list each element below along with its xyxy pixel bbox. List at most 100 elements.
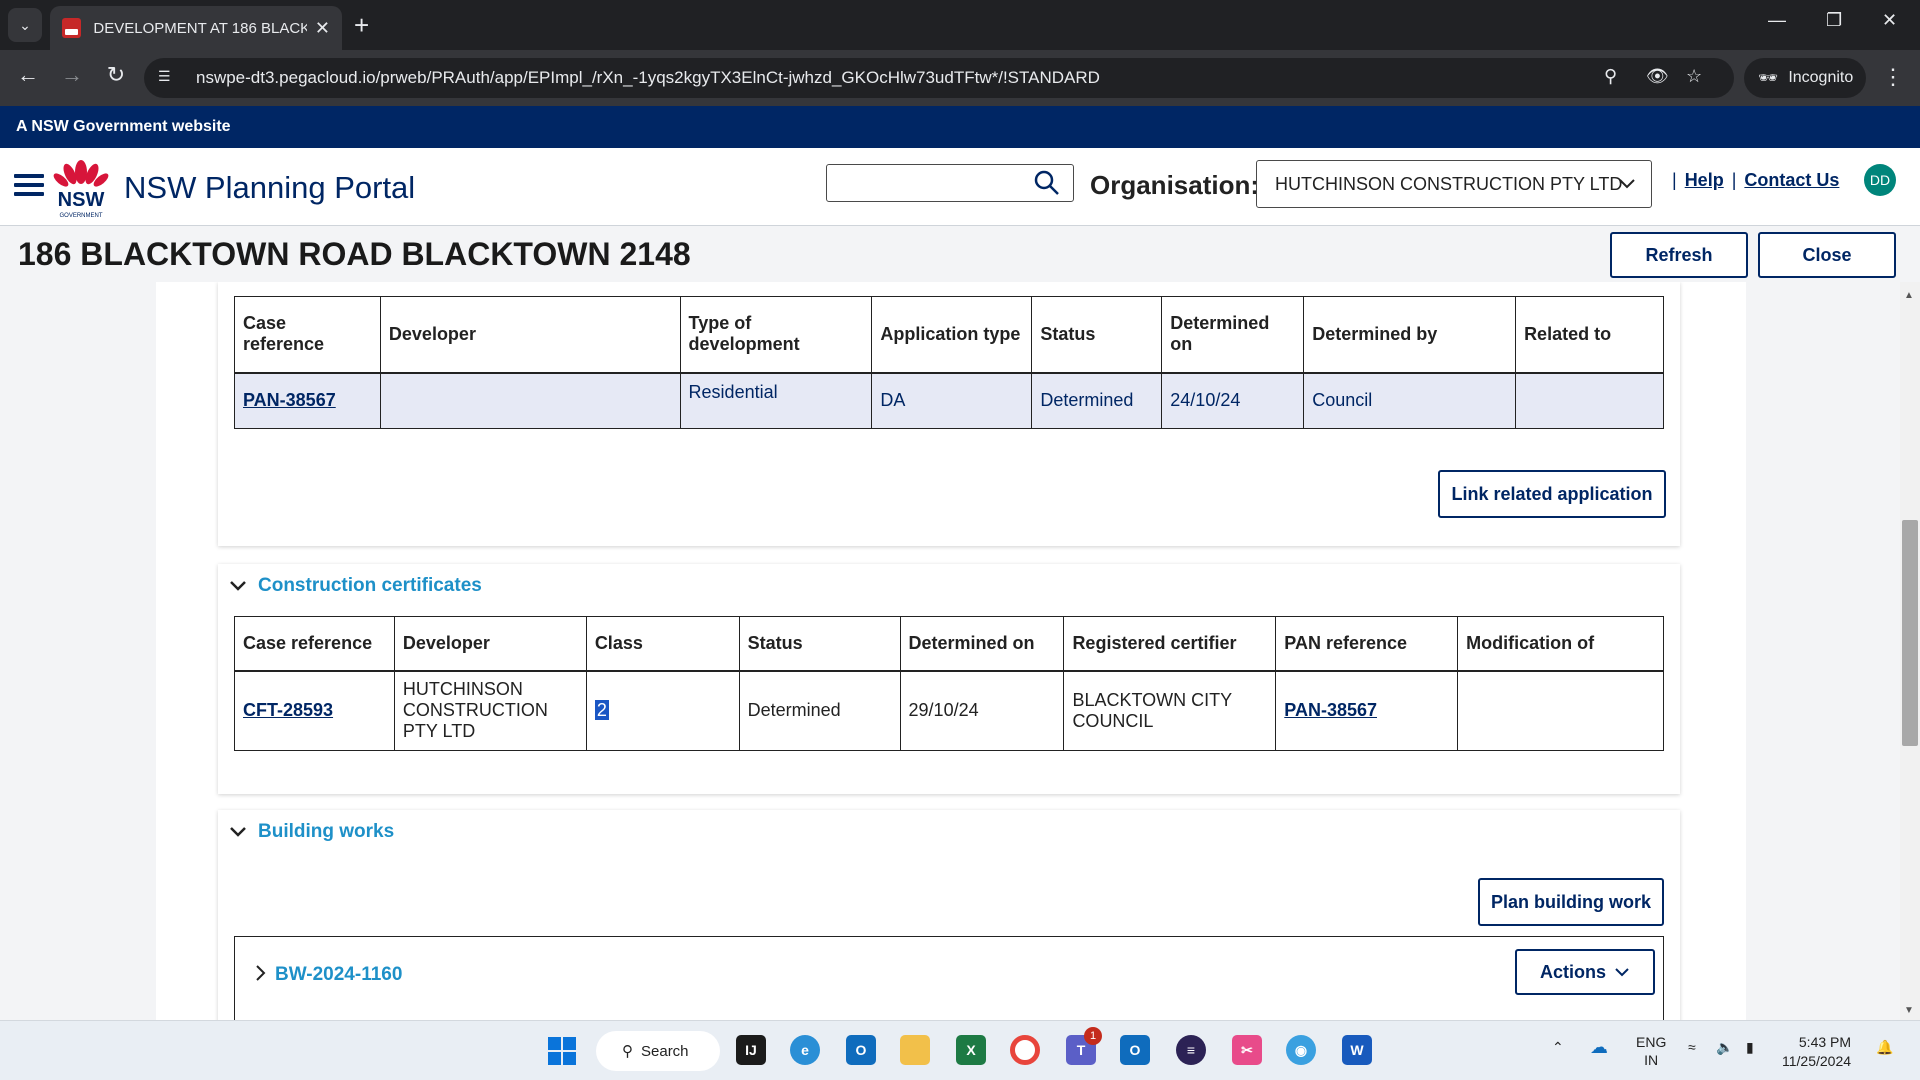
table-header-row: Case reference Developer Class Status De… xyxy=(234,616,1664,672)
taskbar-search[interactable]: ⚲ Search xyxy=(596,1031,720,1071)
file-explorer-icon[interactable] xyxy=(900,1035,930,1065)
excel-icon[interactable]: X xyxy=(956,1035,986,1065)
tracking-blocked-icon[interactable]: 👁 xyxy=(1646,66,1669,87)
language-indicator[interactable]: ENG IN xyxy=(1636,1033,1666,1069)
construction-certificates-card: Construction certificates Case reference… xyxy=(218,564,1680,794)
browser-globe-icon[interactable]: ◉ xyxy=(1286,1035,1316,1065)
refresh-button[interactable]: Refresh xyxy=(1610,232,1748,278)
search-icon[interactable] xyxy=(1033,169,1061,197)
language-line2: IN xyxy=(1644,1052,1659,1068)
battery-icon[interactable]: ▮ xyxy=(1746,1039,1754,1056)
table-row[interactable]: PAN-38567 Residential DA Determined 24/1… xyxy=(234,372,1664,429)
class-cell: 2 xyxy=(585,670,740,751)
chevron-down-icon[interactable] xyxy=(228,822,248,842)
portal-title[interactable]: NSW Planning Portal xyxy=(124,170,415,206)
gov-banner: A NSW Government website xyxy=(0,106,1920,148)
close-button[interactable]: Close xyxy=(1758,232,1896,278)
portal-header: NSW GOVERNMENT NSW Planning Portal Organ… xyxy=(0,148,1920,226)
chevron-down-icon xyxy=(1615,968,1629,977)
browser-tab[interactable]: DEVELOPMENT AT 186 BLACKTO ✕ xyxy=(50,6,342,50)
chrome-icon[interactable] xyxy=(1010,1035,1040,1065)
language-line1: ENG xyxy=(1636,1034,1667,1050)
wifi-icon[interactable]: ≈ xyxy=(1688,1039,1696,1055)
outlook-icon[interactable]: O xyxy=(846,1035,876,1065)
section-title-building-works[interactable]: Building works xyxy=(258,821,394,843)
site-info-icon[interactable]: ☰ xyxy=(158,68,178,88)
hamburger-menu-icon[interactable] xyxy=(14,174,44,198)
back-icon[interactable]: ← xyxy=(12,62,44,88)
scroll-up-icon[interactable]: ▲ xyxy=(1904,290,1914,301)
edge-icon[interactable]: e xyxy=(790,1035,820,1065)
determined-on-cell: 29/10/24 xyxy=(899,670,1065,751)
app-type-cell: DA xyxy=(871,372,1033,429)
column-header: Determined on xyxy=(899,616,1065,672)
class-value: 2 xyxy=(594,700,609,721)
volume-icon[interactable]: 🔈 xyxy=(1716,1039,1733,1056)
new-tab-icon[interactable]: + xyxy=(354,10,369,41)
table-row[interactable]: CFT-28593 HUTCHINSON CONSTRUCTION PTY LT… xyxy=(234,670,1664,751)
determined-by-cell: Council xyxy=(1303,372,1517,429)
building-works-card: Building works Plan building work BW-202… xyxy=(218,810,1680,1020)
modification-of-cell xyxy=(1457,670,1664,751)
snipping-tool-icon[interactable]: ✂ xyxy=(1232,1035,1262,1065)
construction-certificates-table: Case reference Developer Class Status De… xyxy=(234,616,1664,751)
case-ref-cell: PAN-38567 xyxy=(234,372,381,429)
close-window-icon[interactable]: ✕ xyxy=(1882,10,1897,31)
case-ref-link[interactable]: CFT-28593 xyxy=(243,700,333,720)
minimize-icon[interactable]: — xyxy=(1768,10,1786,31)
windows-start-icon[interactable] xyxy=(548,1037,576,1065)
link-related-application-button[interactable]: Link related application xyxy=(1438,470,1666,518)
status-cell: Determined xyxy=(738,670,901,751)
notification-bell-icon[interactable]: 🔔 xyxy=(1876,1039,1893,1056)
tab-search-dropdown-icon[interactable]: ⌄ xyxy=(8,8,42,42)
close-tab-icon[interactable]: ✕ xyxy=(315,18,330,39)
building-work-ref-link[interactable]: BW-2024-1160 xyxy=(275,964,402,986)
plan-building-work-button[interactable]: Plan building work xyxy=(1478,878,1664,926)
show-hidden-icons[interactable]: ⌃ xyxy=(1552,1039,1564,1056)
header-search-input[interactable] xyxy=(826,164,1074,202)
logo-subtext: GOVERNMENT xyxy=(59,213,102,219)
logo-text: NSW xyxy=(58,189,105,211)
scroll-down-icon[interactable]: ▼ xyxy=(1904,1005,1914,1016)
intellij-icon[interactable]: IJ xyxy=(736,1035,766,1065)
browser-menu-icon[interactable]: ⋮ xyxy=(1882,64,1904,90)
contact-us-link[interactable]: Contact Us xyxy=(1744,170,1839,191)
eclipse-icon[interactable]: ≡ xyxy=(1176,1035,1206,1065)
chevron-right-icon[interactable] xyxy=(253,963,267,983)
incognito-indicator[interactable]: 🕶 Incognito xyxy=(1744,58,1866,98)
related-to-cell xyxy=(1515,372,1664,429)
teams-notification-badge: 1 xyxy=(1084,1027,1102,1045)
word-icon[interactable]: W xyxy=(1342,1035,1372,1065)
determined-on-cell: 24/10/24 xyxy=(1161,372,1305,429)
nsw-waratah-logo[interactable]: NSW GOVERNMENT xyxy=(50,156,112,220)
column-header: Determined by xyxy=(1303,296,1517,374)
actions-button[interactable]: Actions xyxy=(1515,949,1655,995)
applications-card: Case reference Developer Type of develop… xyxy=(218,282,1680,546)
clock-time: 5:43 PM xyxy=(1798,1034,1852,1050)
organisation-select[interactable]: HUTCHINSON CONSTRUCTION PTY LTD xyxy=(1256,160,1652,208)
forward-icon[interactable]: → xyxy=(56,62,88,88)
chevron-down-icon[interactable] xyxy=(228,576,248,596)
pan-ref-link[interactable]: PAN-38567 xyxy=(1284,700,1377,720)
content-area: Case reference Developer Type of develop… xyxy=(0,282,1920,1020)
section-title-construction-certificates[interactable]: Construction certificates xyxy=(258,575,482,597)
column-header: Developer xyxy=(393,616,587,672)
omnibox[interactable]: ☰ nswpe-dt3.pegacloud.io/prweb/PRAuth/ap… xyxy=(144,58,1734,98)
clock[interactable]: 5:43 PM 11/25/2024 xyxy=(1782,1033,1851,1071)
bookmark-star-icon[interactable]: ☆ xyxy=(1686,66,1702,87)
scrollbar-thumb[interactable] xyxy=(1902,520,1918,746)
case-ref-cell: CFT-28593 xyxy=(234,670,395,751)
zoom-icon[interactable]: ⚲ xyxy=(1604,66,1617,87)
user-avatar[interactable]: DD xyxy=(1864,164,1896,196)
column-header: PAN reference xyxy=(1275,616,1459,672)
column-header: Type of development xyxy=(679,296,873,374)
url-text[interactable]: nswpe-dt3.pegacloud.io/prweb/PRAuth/app/… xyxy=(196,68,1100,88)
help-link[interactable]: Help xyxy=(1685,170,1724,191)
column-header: Registered certifier xyxy=(1063,616,1277,672)
outlook-new-icon[interactable]: O xyxy=(1120,1035,1150,1065)
certifier-cell: BLACKTOWN CITY COUNCIL xyxy=(1063,670,1277,751)
reload-icon[interactable]: ↻ xyxy=(100,62,132,88)
case-ref-link[interactable]: PAN-38567 xyxy=(243,390,336,410)
restore-icon[interactable]: ❐ xyxy=(1826,10,1842,31)
onedrive-icon[interactable]: ☁ xyxy=(1590,1037,1608,1058)
